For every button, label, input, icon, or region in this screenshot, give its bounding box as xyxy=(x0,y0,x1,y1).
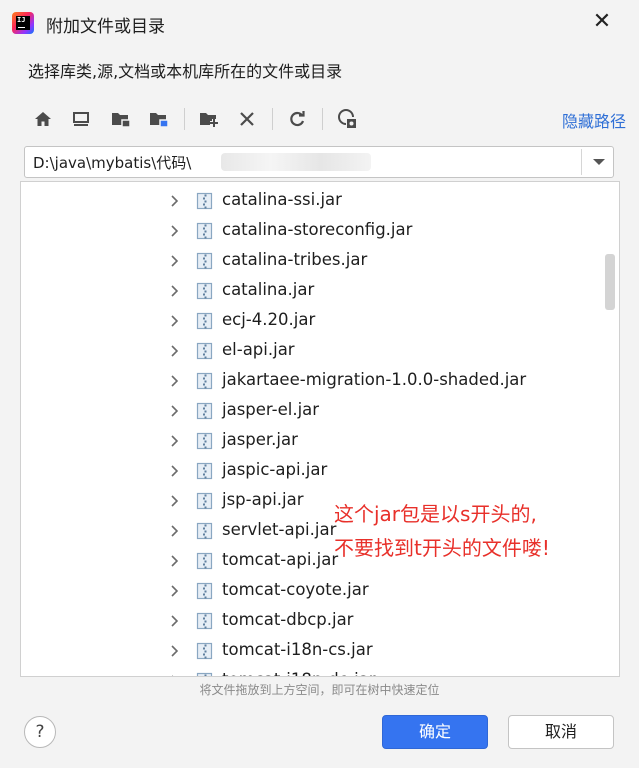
dialog-title: 附加文件或目录 xyxy=(46,17,165,37)
path-history-dropdown[interactable] xyxy=(585,147,613,177)
hide-path-link[interactable]: 隐藏路径 xyxy=(562,108,626,132)
toolbar-separator xyxy=(184,108,185,130)
chevron-right-icon[interactable] xyxy=(167,224,181,238)
chevron-right-icon[interactable] xyxy=(167,374,181,388)
chevron-right-icon[interactable] xyxy=(167,314,181,328)
jar-archive-icon xyxy=(196,312,213,330)
annotation-line-2: 不要找到t开头的文件喽! xyxy=(334,536,550,560)
jar-archive-icon xyxy=(196,672,213,676)
jar-archive-icon xyxy=(196,552,213,570)
chevron-right-icon[interactable] xyxy=(167,284,181,298)
tree-row[interactable]: catalina-ssi.jar xyxy=(21,186,601,216)
tree-row[interactable]: jaspic-api.jar xyxy=(21,456,601,486)
chevron-right-icon[interactable] xyxy=(167,494,181,508)
chevron-right-icon[interactable] xyxy=(167,434,181,448)
chevron-right-icon[interactable] xyxy=(167,194,181,208)
delete-icon[interactable] xyxy=(232,104,262,134)
help-button[interactable]: ? xyxy=(24,716,56,748)
tree-row[interactable]: tomcat-dbcp.jar xyxy=(21,606,601,636)
chevron-right-icon[interactable] xyxy=(167,344,181,358)
tree-row[interactable]: jasper-el.jar xyxy=(21,396,601,426)
tree-row[interactable]: jakartaee-migration-1.0.0-shaded.jar xyxy=(21,366,601,396)
refresh-icon[interactable] xyxy=(282,104,312,134)
tree-row[interactable]: tomcat-i18n-de.jar xyxy=(21,666,601,677)
jar-archive-icon xyxy=(196,282,213,300)
jar-archive-icon xyxy=(196,612,213,630)
jar-archive-icon xyxy=(196,222,213,240)
tree-item-label: jasper.jar xyxy=(222,430,298,449)
chevron-right-icon[interactable] xyxy=(167,254,181,268)
tree-item-label: tomcat-i18n-de.jar xyxy=(222,670,376,676)
jar-archive-icon xyxy=(196,342,213,360)
tree-item-label: jaspic-api.jar xyxy=(222,460,328,479)
drag-drop-hint: 将文件拖放到上方空间，即可在树中快速定位 xyxy=(199,683,440,697)
toolbar: 隐藏路径 xyxy=(26,104,626,134)
tree-item-label: tomcat-dbcp.jar xyxy=(222,610,354,629)
tree-row[interactable]: catalina-tribes.jar xyxy=(21,246,601,276)
jar-archive-icon xyxy=(196,402,213,420)
tree-item-label: tomcat-coyote.jar xyxy=(222,580,369,599)
instruction-text: 选择库类,源,文档或本机库所在的文件或目录 xyxy=(28,62,343,81)
path-combobox[interactable] xyxy=(24,146,614,178)
ok-button[interactable]: 确定 xyxy=(382,715,488,749)
jar-archive-icon xyxy=(196,462,213,480)
jar-archive-icon xyxy=(196,252,213,270)
tree-item-label: el-api.jar xyxy=(222,340,295,359)
new-folder-icon[interactable] xyxy=(194,104,224,134)
chevron-right-icon[interactable] xyxy=(167,464,181,478)
toolbar-separator xyxy=(322,108,323,130)
tree-row[interactable]: catalina.jar xyxy=(21,276,601,306)
chevron-right-icon[interactable] xyxy=(167,554,181,568)
intellij-app-icon: IJ xyxy=(12,12,34,34)
chevron-right-icon[interactable] xyxy=(167,644,181,658)
tree-item-label: tomcat-i18n-cs.jar xyxy=(222,640,373,659)
tree-item-label: servlet-api.jar xyxy=(222,520,337,539)
tree-item-label: tomcat-api.jar xyxy=(222,550,339,569)
module-folder-icon[interactable] xyxy=(144,104,174,134)
tree-row[interactable]: tomcat-i18n-cs.jar xyxy=(21,636,601,666)
jar-archive-icon xyxy=(196,192,213,210)
jar-archive-icon xyxy=(196,522,213,540)
chevron-down-icon xyxy=(593,159,605,165)
jar-archive-icon xyxy=(196,372,213,390)
chevron-right-icon[interactable] xyxy=(167,674,181,677)
tree-item-label: catalina-ssi.jar xyxy=(222,190,342,209)
tree-row[interactable]: ecj-4.20.jar xyxy=(21,306,601,336)
tree-row[interactable]: jasper.jar xyxy=(21,426,601,456)
jar-archive-icon xyxy=(196,642,213,660)
tree-item-label: jasper-el.jar xyxy=(222,400,320,419)
file-tree[interactable]: catalina-ssi.jar catalina-storeconfig.jar… xyxy=(20,181,620,677)
scrollbar-thumb[interactable] xyxy=(605,254,615,310)
desktop-icon[interactable] xyxy=(66,104,96,134)
redacted-path-segment xyxy=(221,153,371,171)
chevron-right-icon[interactable] xyxy=(167,524,181,538)
tree-item-label: catalina-storeconfig.jar xyxy=(222,220,413,239)
tree-item-label: catalina.jar xyxy=(222,280,315,299)
cancel-button[interactable]: 取消 xyxy=(508,715,614,749)
chevron-right-icon[interactable] xyxy=(167,584,181,598)
chevron-right-icon[interactable] xyxy=(167,404,181,418)
title-bar: IJ 附加文件或目录 ✕ xyxy=(0,0,639,46)
tree-row[interactable]: el-api.jar xyxy=(21,336,601,366)
project-folder-icon[interactable] xyxy=(106,104,136,134)
jar-archive-icon xyxy=(196,432,213,450)
home-icon[interactable] xyxy=(28,104,58,134)
close-icon[interactable]: ✕ xyxy=(590,10,614,34)
toolbar-separator xyxy=(272,108,273,130)
jar-archive-icon xyxy=(196,492,213,510)
annotation-line-1: 这个jar包是以s开头的, xyxy=(334,502,537,526)
tree-item-label: ecj-4.20.jar xyxy=(222,310,316,329)
chevron-right-icon[interactable] xyxy=(167,614,181,628)
tree-item-label: jakartaee-migration-1.0.0-shaded.jar xyxy=(222,370,527,389)
dropdown-separator xyxy=(581,149,582,175)
tree-item-label: catalina-tribes.jar xyxy=(222,250,368,269)
tree-scrollbar[interactable] xyxy=(603,182,619,676)
jar-archive-icon xyxy=(196,582,213,600)
show-hidden-icon[interactable] xyxy=(332,104,362,134)
tree-item-label: jsp-api.jar xyxy=(222,490,304,509)
tree-row[interactable]: catalina-storeconfig.jar xyxy=(21,216,601,246)
tree-row[interactable]: tomcat-coyote.jar xyxy=(21,576,601,606)
